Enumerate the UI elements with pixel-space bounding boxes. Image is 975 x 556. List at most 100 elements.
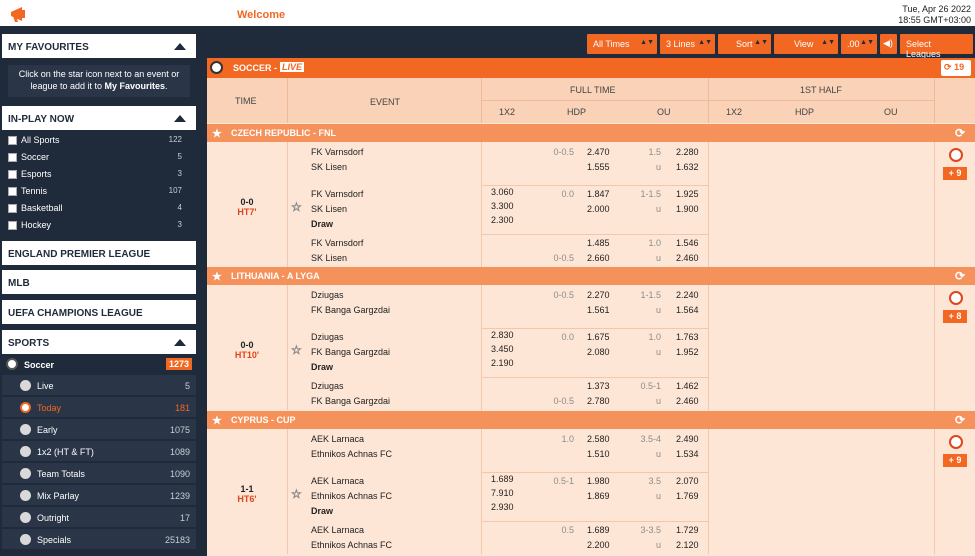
odds-format-dropdown[interactable]: .00 ▲▼ xyxy=(841,34,877,54)
hdp-odds-away[interactable]: 1.869 xyxy=(587,491,610,501)
hdp-odds-home[interactable]: 2.580 xyxy=(587,434,610,444)
in-play-header[interactable]: IN-PLAY NOW xyxy=(2,106,196,130)
refresh-icon[interactable]: ⟳ xyxy=(955,126,965,140)
ou-odds-over[interactable]: 1.763 xyxy=(676,332,699,342)
hdp-odds-home[interactable]: 1.980 xyxy=(587,476,610,486)
hdp-odds-away[interactable]: 2.080 xyxy=(587,347,610,357)
inplay-item-tennis[interactable]: Tennis 107 xyxy=(8,185,188,199)
odds-1x2-home[interactable]: 3.060 xyxy=(491,187,514,197)
radio[interactable] xyxy=(20,534,31,545)
hdp-odds-home[interactable]: 1.485 xyxy=(587,238,610,248)
refresh-icon[interactable]: ⟳ xyxy=(955,269,965,283)
radio[interactable] xyxy=(20,490,31,501)
ou-odds-under[interactable]: 1.769 xyxy=(676,491,699,501)
odds-1x2-home[interactable]: 1.689 xyxy=(491,474,514,484)
soccer-item-live[interactable]: Live 5 xyxy=(2,375,196,396)
stats-icon[interactable] xyxy=(949,291,963,305)
select-leagues-button[interactable]: Select Leagues xyxy=(900,34,973,59)
odds-1x2-draw[interactable]: 2.300 xyxy=(491,215,514,225)
ou-odds-over[interactable]: 1.729 xyxy=(676,525,699,535)
soccer-item-mix-parlay[interactable]: Mix Parlay 1239 xyxy=(2,485,196,506)
sport-soccer[interactable]: Soccer 1273 xyxy=(2,354,196,375)
odds-1x2-away[interactable]: 3.450 xyxy=(491,344,514,354)
all-times-dropdown[interactable]: All Times ▲▼ xyxy=(587,34,657,54)
soccer-item-today[interactable]: Today 181 xyxy=(2,397,196,418)
hdp-odds-home[interactable]: 1.675 xyxy=(587,332,610,342)
my-favourites-header[interactable]: MY FAVOURITES xyxy=(2,34,196,58)
uefa-champions-league-link[interactable]: UEFA CHAMPIONS LEAGUE xyxy=(2,300,196,324)
favourite-star-icon[interactable]: ☆ xyxy=(291,200,302,215)
lines-dropdown[interactable]: 3 Lines ▲▼ xyxy=(660,34,715,54)
sports-header[interactable]: SPORTS xyxy=(2,330,196,354)
league-header[interactable]: ★ CZECH REPUBLIC - FNL ⟳ xyxy=(207,124,975,142)
hdp-odds-away[interactable]: 2.660 xyxy=(587,253,610,263)
league-header[interactable]: ★ CYPRUS - CUP ⟳ xyxy=(207,411,975,429)
collapse-icon[interactable] xyxy=(174,115,186,122)
ou-odds-over[interactable]: 2.240 xyxy=(676,290,699,300)
more-bets-button[interactable]: + 8 xyxy=(943,310,967,323)
ou-odds-under[interactable]: 1.534 xyxy=(676,449,699,459)
soccer-item-1x2[interactable]: 1x2 (HT & FT) 1089 xyxy=(2,441,196,462)
ou-odds-over[interactable]: 1.925 xyxy=(676,189,699,199)
more-bets-button[interactable]: + 9 xyxy=(943,167,967,180)
ou-odds-under[interactable]: 2.460 xyxy=(676,253,699,263)
checkbox[interactable] xyxy=(8,136,17,145)
hdp-odds-away[interactable]: 1.555 xyxy=(587,162,610,172)
stats-icon[interactable] xyxy=(949,435,963,449)
checkbox[interactable] xyxy=(8,204,17,213)
odds-1x2-home[interactable]: 2.830 xyxy=(491,330,514,340)
view-dropdown[interactable]: View ▲▼ xyxy=(774,34,838,54)
favourite-star-icon[interactable]: ☆ xyxy=(291,343,302,358)
hdp-odds-away[interactable]: 2.000 xyxy=(587,204,610,214)
hdp-odds-away[interactable]: 1.510 xyxy=(587,449,610,459)
radio[interactable] xyxy=(20,468,31,479)
ou-odds-over[interactable]: 2.070 xyxy=(676,476,699,486)
odds-1x2-away[interactable]: 7.910 xyxy=(491,488,514,498)
inplay-item-esports[interactable]: Esports 3 xyxy=(8,168,188,182)
odds-1x2-away[interactable]: 3.300 xyxy=(491,201,514,211)
hdp-odds-home[interactable]: 2.270 xyxy=(587,290,610,300)
radio[interactable] xyxy=(20,380,31,391)
radio[interactable] xyxy=(20,402,31,413)
more-bets-button[interactable]: + 9 xyxy=(943,454,967,467)
mlb-link[interactable]: MLB xyxy=(2,270,196,294)
ou-odds-under[interactable]: 2.120 xyxy=(676,540,699,550)
hdp-odds-away[interactable]: 2.780 xyxy=(587,396,610,406)
soccer-item-outright[interactable]: Outright 17 xyxy=(2,507,196,528)
odds-1x2-draw[interactable]: 2.930 xyxy=(491,502,514,512)
ou-odds-under[interactable]: 1.900 xyxy=(676,204,699,214)
radio[interactable] xyxy=(20,446,31,457)
sound-button[interactable]: ◀) xyxy=(880,34,897,54)
checkbox[interactable] xyxy=(8,221,17,230)
checkbox[interactable] xyxy=(8,170,17,179)
ou-odds-over[interactable]: 1.462 xyxy=(676,381,699,391)
ou-odds-over[interactable]: 2.490 xyxy=(676,434,699,444)
england-premier-league-link[interactable]: ENGLAND PREMIER LEAGUE xyxy=(2,241,196,265)
sort-dropdown[interactable]: Sort ▲▼ xyxy=(718,34,771,54)
hdp-odds-home[interactable]: 2.470 xyxy=(587,147,610,157)
ou-odds-under[interactable]: 1.632 xyxy=(676,162,699,172)
favourite-star-icon[interactable]: ☆ xyxy=(291,487,302,502)
collapse-icon[interactable] xyxy=(174,43,186,50)
hdp-odds-home[interactable]: 1.373 xyxy=(587,381,610,391)
soccer-item-specials[interactable]: Specials 25183 xyxy=(2,529,196,550)
ou-odds-under[interactable]: 2.460 xyxy=(676,396,699,406)
radio[interactable] xyxy=(20,512,31,523)
inplay-item-all-sports[interactable]: All Sports 122 xyxy=(8,134,188,148)
hdp-odds-away[interactable]: 1.561 xyxy=(587,305,610,315)
soccer-item-team-totals[interactable]: Team Totals 1090 xyxy=(2,463,196,484)
star-icon[interactable]: ★ xyxy=(212,127,222,140)
radio[interactable] xyxy=(20,424,31,435)
ou-odds-over[interactable]: 2.280 xyxy=(676,147,699,157)
odds-1x2-draw[interactable]: 2.190 xyxy=(491,358,514,368)
league-header[interactable]: ★ LITHUANIA - A LYGA ⟳ xyxy=(207,267,975,285)
refresh-button[interactable]: ⟳ 19 xyxy=(941,60,971,76)
megaphone-icon[interactable] xyxy=(8,4,32,24)
inplay-item-basketball[interactable]: Basketball 4 xyxy=(8,202,188,216)
hdp-odds-home[interactable]: 1.689 xyxy=(587,525,610,535)
refresh-icon[interactable]: ⟳ xyxy=(955,413,965,427)
star-icon[interactable]: ★ xyxy=(212,414,222,427)
hdp-odds-away[interactable]: 2.200 xyxy=(587,540,610,550)
ou-odds-under[interactable]: 1.952 xyxy=(676,347,699,357)
star-icon[interactable]: ★ xyxy=(212,270,222,283)
